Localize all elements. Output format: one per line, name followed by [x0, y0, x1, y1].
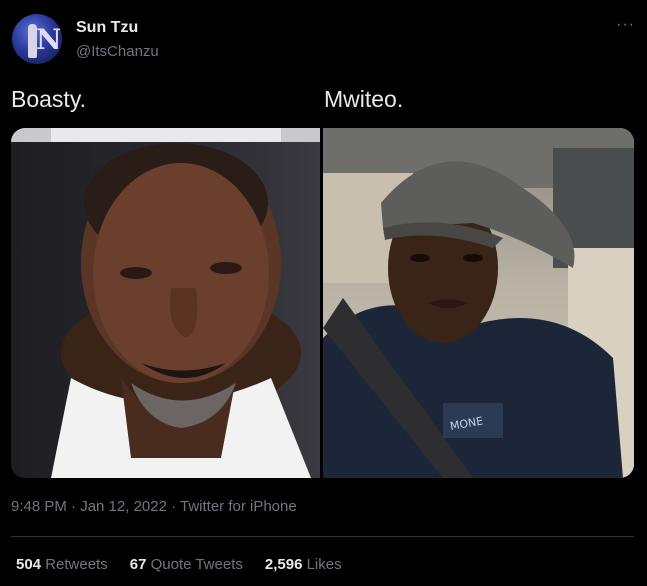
author-handle[interactable]: @ItsChanzu [76, 43, 159, 60]
retweets-label: Retweets [45, 556, 108, 573]
likes-stat[interactable]: 2,596 Likes [265, 556, 342, 573]
retweets-count: 504 [16, 556, 42, 573]
tweet-header: N Sun Tzu @ItsChanzu ··· [10, 12, 637, 66]
tweet-media[interactable]: MONE [11, 128, 634, 478]
likes-count: 2,596 [264, 556, 303, 573]
likes-label: Likes [306, 556, 342, 573]
photo-left[interactable] [11, 128, 320, 478]
tweet-timestamp[interactable]: 9:48 PM · Jan 12, 2022 · Twitter for iPh… [11, 498, 297, 515]
more-options-icon[interactable]: ··· [616, 16, 635, 34]
caption-right: Mwiteo. [324, 86, 404, 112]
author-name[interactable]: Sun Tzu [76, 19, 138, 37]
avatar-letter: N [36, 23, 62, 56]
quote-tweets-count: 67 [129, 556, 147, 573]
retweets-stat[interactable]: 504 Retweets [16, 556, 108, 573]
quote-tweets-label: Quote Tweets [150, 556, 243, 573]
selfie-man-grey-cap-image: MONE [323, 128, 634, 478]
quote-tweets-stat[interactable]: 67 Quote Tweets [130, 556, 243, 573]
tweet-stats: 504 Retweets 67 Quote Tweets 2,596 Likes [16, 556, 342, 573]
photo-right[interactable]: MONE [323, 128, 634, 478]
avatar[interactable]: N [12, 14, 62, 64]
stats-divider [11, 536, 634, 537]
caption-left: Boasty. [11, 86, 86, 112]
portrait-man-white-shirt-image [11, 128, 320, 478]
